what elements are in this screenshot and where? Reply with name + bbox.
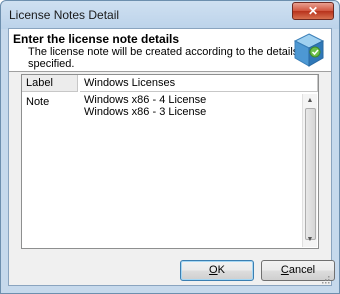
- dialog-window: License Notes Detail ✕ Enter the license…: [0, 0, 340, 294]
- header-subtitle: The license note will be created accordi…: [28, 46, 299, 70]
- label-caption: Label: [22, 75, 78, 92]
- header-banner: Enter the license note details The licen…: [9, 29, 331, 72]
- header-title: Enter the license note details: [13, 32, 180, 46]
- note-line: Windows x86 - 3 License: [84, 106, 207, 118]
- close-icon: ✕: [307, 4, 319, 18]
- license-cube-icon: [293, 33, 325, 67]
- dialog-content: Enter the license note details The licen…: [8, 28, 335, 286]
- note-caption: Note: [26, 96, 50, 108]
- resize-grip-icon[interactable]: [320, 274, 330, 284]
- scroll-up-icon[interactable]: ▲: [303, 94, 317, 108]
- title-bar[interactable]: License Notes Detail ✕: [1, 1, 339, 29]
- label-input[interactable]: Windows Licenses: [80, 75, 318, 92]
- note-scrollbar[interactable]: ▲ ▼: [302, 94, 317, 247]
- note-line: Windows x86 - 4 License: [84, 94, 207, 106]
- scroll-down-icon[interactable]: ▼: [303, 233, 317, 247]
- property-grid: Label Windows Licenses Note Windows x86 …: [21, 74, 319, 249]
- ok-button[interactable]: OK: [180, 260, 254, 281]
- window-title: License Notes Detail: [9, 8, 120, 22]
- scroll-thumb[interactable]: [305, 108, 316, 240]
- close-button[interactable]: ✕: [292, 2, 334, 20]
- note-textarea[interactable]: Windows x86 - 4 License Windows x86 - 3 …: [80, 94, 302, 244]
